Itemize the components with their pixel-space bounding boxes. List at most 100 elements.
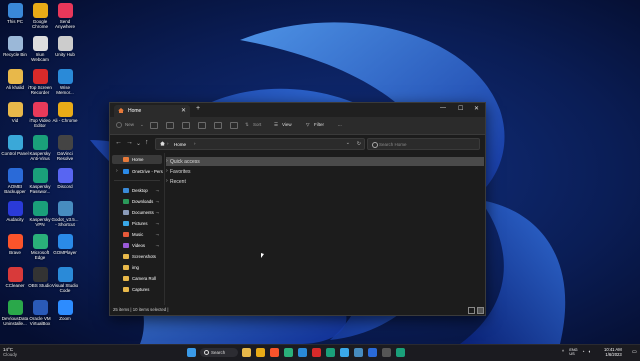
- kaspersky-icon[interactable]: [326, 348, 335, 357]
- forward-icon[interactable]: →: [126, 139, 133, 146]
- edge-icon[interactable]: [284, 348, 293, 357]
- chrome-icon: [57, 102, 73, 117]
- new-chevron-icon[interactable]: ⌄: [140, 122, 144, 128]
- godot-icon: [57, 201, 73, 216]
- desktop-icon-item[interactable]: Send Anywhere: [50, 3, 80, 29]
- status-bar: 25 items | 10 items selected |: [110, 305, 485, 315]
- chrome-icon[interactable]: [256, 348, 265, 357]
- volume-icon[interactable]: ◖: [588, 349, 591, 354]
- search-icon: [204, 350, 209, 355]
- sort-button[interactable]: Sort: [253, 122, 261, 127]
- back-icon[interactable]: ←: [115, 139, 122, 146]
- address-dropdown-icon[interactable]: ⌄: [346, 140, 350, 146]
- maximize-icon[interactable]: ☐: [458, 105, 463, 112]
- memory-icon: [57, 69, 73, 84]
- desktop-icon-label: Visual Studio Code: [51, 283, 79, 293]
- desktop-icon-label: Ali - Chrome: [52, 118, 78, 123]
- content-area: › Quick access › Favorites › Recent: [166, 153, 484, 305]
- filter-button[interactable]: Filter: [314, 122, 324, 127]
- share-icon[interactable]: [214, 122, 222, 129]
- address-bar[interactable]: › Home › ⌄ ↻: [155, 138, 365, 150]
- brave-icon[interactable]: [270, 348, 279, 357]
- tab-home[interactable]: Home ✕: [114, 105, 190, 117]
- breadcrumb-chevron-icon[interactable]: ›: [194, 141, 196, 146]
- tiles-view-icon[interactable]: [477, 307, 484, 314]
- paste-icon[interactable]: [182, 122, 190, 129]
- desktop-icon-item[interactable]: GOMPlayer: [50, 234, 80, 255]
- cut-icon[interactable]: [150, 122, 158, 129]
- sidebar-item[interactable]: Pictures ⊸: [112, 219, 162, 228]
- new-button[interactable]: New: [125, 122, 134, 127]
- section-group[interactable]: › Favorites: [166, 167, 484, 176]
- tab-title: Home: [128, 108, 142, 114]
- sidebar-item[interactable]: Desktop ⊸: [112, 186, 162, 195]
- wifi-icon[interactable]: ◔: [582, 349, 585, 354]
- recent-chevron-icon[interactable]: ⌄: [136, 140, 141, 147]
- expand-chevron-icon[interactable]: ›: [166, 178, 168, 184]
- desktop-icon-item[interactable]: Discord: [50, 168, 80, 189]
- sidebar-item[interactable]: Home: [112, 155, 162, 164]
- sidebar-item[interactable]: Downloads ⊸: [112, 197, 162, 206]
- desktop-icon-item[interactable]: Unity Hub: [50, 36, 80, 57]
- more-button[interactable]: ...: [338, 122, 342, 127]
- store-icon[interactable]: [368, 348, 377, 357]
- sidebar-item[interactable]: Videos ⊸: [112, 241, 162, 250]
- desktop-icon-item[interactable]: Wise Memor...: [50, 69, 80, 95]
- desktop-icon-item[interactable]: DaVinci Resolve: [50, 135, 80, 161]
- vpn-icon[interactable]: [396, 348, 405, 357]
- view-button[interactable]: View: [282, 122, 292, 127]
- taskbar-search[interactable]: Search: [200, 348, 238, 357]
- sidebar-item[interactable]: Music ⊸: [112, 230, 162, 239]
- ccleaner-icon: [7, 267, 23, 282]
- desktop-icon-item[interactable]: Ali - Chrome: [50, 102, 80, 123]
- close-window-icon[interactable]: ✕: [474, 105, 479, 112]
- sidebar-item-label: Music: [132, 232, 144, 237]
- weather-widget[interactable]: 14°C Cloudy: [3, 347, 17, 357]
- desktop-icon-item[interactable]: Godot_v3.5... - Shortcut: [50, 201, 80, 227]
- taskbar: 14°C Cloudy Search ^ ENG US ◔ ◖ 10:41 AM…: [0, 344, 640, 361]
- sidebar-item[interactable]: › OneDrive - Pers: [112, 167, 163, 176]
- folder-icon: [123, 265, 129, 270]
- sidebar-item[interactable]: img: [112, 263, 162, 272]
- minimize-icon[interactable]: —: [440, 105, 446, 111]
- expand-chevron-icon[interactable]: ›: [166, 158, 168, 164]
- section-group[interactable]: › Recent: [166, 177, 484, 186]
- new-tab-button[interactable]: +: [196, 105, 200, 112]
- virtualbox-icon: [32, 300, 48, 315]
- clock[interactable]: 10:41 AM 1/6/2023: [604, 347, 622, 357]
- desktop-icon-item[interactable]: Visual Studio Code: [50, 267, 80, 293]
- expand-chevron-icon[interactable]: ›: [166, 168, 168, 174]
- up-icon[interactable]: ↑: [145, 139, 149, 146]
- start-icon[interactable]: [187, 348, 196, 357]
- sidebar-item[interactable]: Documents ⊸: [112, 208, 162, 217]
- sidebar-item[interactable]: Camera Roll: [112, 274, 162, 283]
- refresh-icon[interactable]: ↻: [357, 141, 361, 147]
- desktop-icon-item[interactable]: Zoom: [50, 300, 80, 321]
- tray-chevron-icon[interactable]: ^: [562, 349, 564, 354]
- details-view-icon[interactable]: [468, 307, 475, 314]
- new-icon: [116, 122, 122, 128]
- language-indicator[interactable]: ENG US: [569, 348, 577, 356]
- terminal-icon[interactable]: [382, 348, 391, 357]
- chrome-icon: [32, 3, 48, 18]
- photos-icon[interactable]: [340, 348, 349, 357]
- rename-icon[interactable]: [198, 122, 206, 129]
- section-group[interactable]: › Quick access: [166, 157, 484, 166]
- copy-icon[interactable]: [166, 122, 174, 129]
- recorder-icon[interactable]: [312, 348, 321, 357]
- close-tab-icon[interactable]: ✕: [181, 107, 186, 114]
- computer-icon: [7, 3, 23, 18]
- sidebar-item[interactable]: Captures: [112, 285, 162, 294]
- system-tray[interactable]: ^ ENG US ◔ ◖: [562, 348, 591, 356]
- sort-icon: ⇅: [245, 122, 249, 127]
- vscode-icon[interactable]: [298, 348, 307, 357]
- sidebar-item[interactable]: Screenshots: [112, 252, 162, 261]
- breadcrumb-location[interactable]: Home: [174, 142, 186, 147]
- delete-icon[interactable]: [230, 122, 238, 129]
- godot-icon[interactable]: [354, 348, 363, 357]
- search-box[interactable]: Search Home: [367, 138, 480, 150]
- vscode-icon: [57, 267, 73, 282]
- expand-chevron-icon[interactable]: ›: [116, 168, 118, 174]
- notification-icon[interactable]: ▭: [632, 349, 637, 355]
- explorer-icon[interactable]: [242, 348, 251, 357]
